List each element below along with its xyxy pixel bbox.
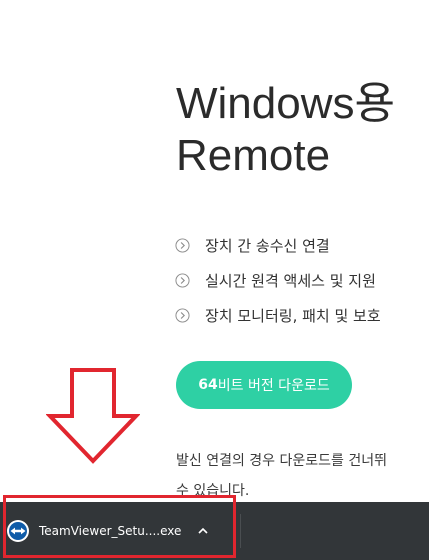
note-line-2: 수 있습니다. <box>176 483 250 499</box>
download-item-divider <box>240 514 241 548</box>
feature-label: 장치 간 송수신 연결 <box>205 237 330 255</box>
feature-item: 장치 모니터링, 패치 및 보호 <box>175 298 381 333</box>
webpage-content: Windows용 Remote 장치 간 송수신 연결 실시간 원격 액세스 및… <box>0 0 429 502</box>
note-line-1: 발신 연결의 경우 다운로드를 건너뛰 <box>176 453 387 469</box>
download-shelf: TeamViewer_Setu....exe <box>0 502 429 560</box>
download-button-label: 비트 버전 다운로드 <box>217 378 330 394</box>
chevron-right-icon <box>175 308 190 323</box>
arrow-down-icon <box>46 368 140 464</box>
page-title: Windows용 Remote <box>176 78 395 182</box>
download-64bit-button[interactable]: 64 비트 버전 다운로드 <box>176 361 352 409</box>
download-item-teamviewer[interactable]: TeamViewer_Setu....exe <box>3 506 227 556</box>
page-title-line-2: Remote <box>176 131 331 180</box>
download-file-name: TeamViewer_Setu....exe <box>39 524 182 538</box>
feature-item: 실시간 원격 액세스 및 지원 <box>175 263 381 298</box>
chevron-up-icon[interactable] <box>195 523 211 539</box>
chevron-right-icon <box>175 273 190 288</box>
teamviewer-icon <box>7 520 29 542</box>
feature-item: 장치 간 송수신 연결 <box>175 228 381 263</box>
feature-label: 장치 모니터링, 패치 및 보호 <box>205 307 381 325</box>
feature-list: 장치 간 송수신 연결 실시간 원격 액세스 및 지원 장치 모니터링, 패치 … <box>175 228 381 333</box>
feature-label: 실시간 원격 액세스 및 지원 <box>205 272 376 290</box>
chevron-right-icon <box>175 238 190 253</box>
page-title-line-1: Windows용 <box>176 79 395 128</box>
download-button-bits: 64 <box>198 377 218 393</box>
skip-download-note: 발신 연결의 경우 다운로드를 건너뛰 수 있습니다. <box>176 446 429 502</box>
